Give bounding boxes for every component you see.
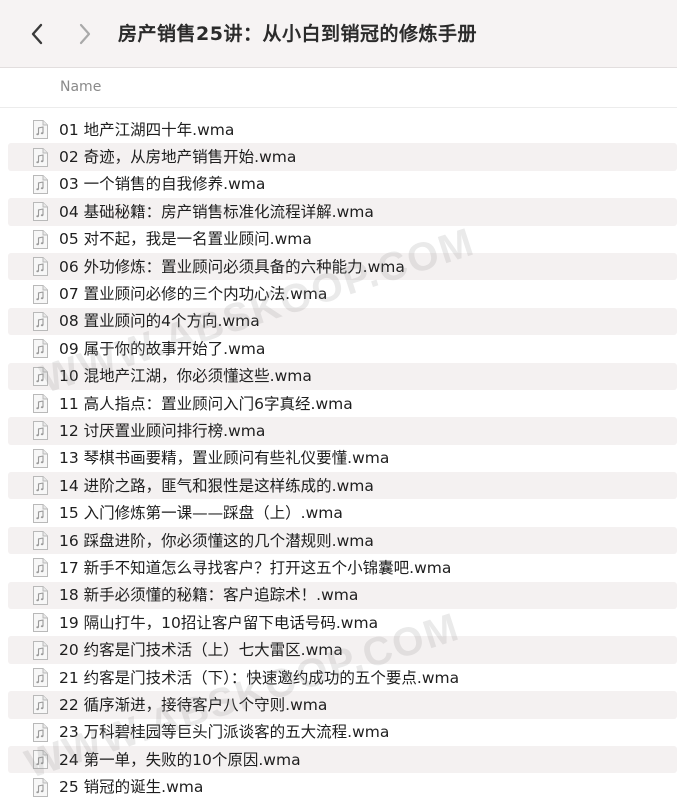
audio-file-icon xyxy=(32,120,49,140)
file-name: 01 地产江湖四十年.wma xyxy=(59,120,235,139)
toolbar: 房产销售25讲：从小白到销冠的修炼手册 xyxy=(0,0,677,68)
window-title: 房产销售25讲：从小白到销冠的修炼手册 xyxy=(118,23,477,45)
audio-file-icon xyxy=(32,613,49,633)
file-row[interactable]: 20 约客是门技术活（上）七大雷区.wma xyxy=(8,636,677,664)
file-row[interactable]: 07 置业顾问必修的三个内功心法.wma xyxy=(8,280,677,307)
file-name: 14 进阶之路，匪气和狠性是这样练成的.wma xyxy=(59,476,374,495)
file-row[interactable]: 19 隔山打牛，10招让客户留下电话号码.wma xyxy=(8,609,677,636)
file-row[interactable]: 22 循序渐进，接待客户八个守则.wma xyxy=(8,691,677,719)
audio-file-icon xyxy=(32,585,49,605)
audio-file-icon xyxy=(32,668,49,687)
file-name: 10 混地产江湖，你必须懂这些.wma xyxy=(59,367,312,386)
file-name: 15 入门修炼第一课——踩盘（上）.wma xyxy=(59,504,343,523)
file-name: 02 奇迹，从房地产销售开始.wma xyxy=(59,148,297,167)
file-name: 09 属于你的故事开始了.wma xyxy=(59,339,266,358)
file-row[interactable]: 12 讨厌置业顾问排行榜.wma xyxy=(8,417,677,445)
file-name: 24 第一单，失败的10个原因.wma xyxy=(59,750,301,769)
file-name: 12 讨厌置业顾问排行榜.wma xyxy=(59,421,266,440)
file-row[interactable]: 14 进阶之路，匪气和狠性是这样练成的.wma xyxy=(8,472,677,500)
audio-file-icon xyxy=(32,366,49,386)
file-name: 13 琴棋书画要精，置业顾问有些礼仪要懂.wma xyxy=(59,449,390,468)
file-row[interactable]: 09 属于你的故事开始了.wma xyxy=(8,335,677,362)
file-name: 20 约客是门技术活（上）七大雷区.wma xyxy=(59,641,343,660)
file-row[interactable]: 03 一个销售的自我修养.wma xyxy=(8,171,677,198)
back-button[interactable] xyxy=(22,20,52,48)
file-row[interactable]: 05 对不起，我是一名置业顾问.wma xyxy=(8,226,677,253)
file-name: 16 踩盘进阶，你必须懂这的几个潜规则.wma xyxy=(59,531,374,550)
file-row[interactable]: 11 高人指点：置业顾问入门6字真经.wma xyxy=(8,390,677,417)
file-name: 05 对不起，我是一名置业顾问.wma xyxy=(59,230,312,249)
file-name: 04 基础秘籍：房产销售标准化流程详解.wma xyxy=(59,202,374,221)
audio-file-icon xyxy=(32,777,49,797)
audio-file-icon xyxy=(32,394,49,414)
audio-file-icon xyxy=(32,476,49,496)
file-name: 18 新手必须懂的秘籍：客户追踪术！.wma xyxy=(59,586,359,605)
file-name: 11 高人指点：置业顾问入门6字真经.wma xyxy=(59,394,353,413)
file-row[interactable]: 17 新手不知道怎么寻找客户？打开这五个小锦囊吧.wma xyxy=(8,554,677,581)
file-row[interactable]: 06 外功修炼：置业顾问必须具备的六种能力.wma xyxy=(8,252,677,281)
audio-file-icon xyxy=(32,257,49,277)
file-row[interactable]: 01 地产江湖四十年.wma xyxy=(8,116,677,143)
audio-file-icon xyxy=(32,448,49,468)
file-list: 01 地产江湖四十年.wma 02 奇迹，从房地产销售开始.wma 03 一个销售的… xyxy=(0,116,677,801)
audio-file-icon xyxy=(32,147,49,167)
file-row[interactable]: 08 置业顾问的4个方向.wma xyxy=(8,307,677,336)
file-name: 06 外功修炼：置业顾问必须具备的六种能力.wma xyxy=(59,257,405,276)
file-name: 07 置业顾问必修的三个内功心法.wma xyxy=(59,285,328,304)
audio-file-icon xyxy=(32,229,49,249)
audio-file-icon xyxy=(32,174,49,194)
audio-file-icon xyxy=(32,421,49,441)
audio-file-icon xyxy=(32,339,49,359)
audio-file-icon xyxy=(32,503,49,523)
audio-file-icon xyxy=(32,202,49,222)
audio-file-icon xyxy=(32,750,49,770)
file-name: 21 约客是门技术活（下）：快速邀约成功的五个要点.wma xyxy=(59,668,460,687)
file-row[interactable]: 10 混地产江湖，你必须懂这些.wma xyxy=(8,362,677,390)
chevron-left-icon xyxy=(31,23,43,45)
file-row[interactable]: 18 新手必须懂的秘籍：客户追踪术！.wma xyxy=(8,581,677,610)
file-row[interactable]: 13 琴棋书画要精，置业顾问有些礼仪要懂.wma xyxy=(8,445,677,472)
file-row[interactable]: 02 奇迹，从房地产销售开始.wma xyxy=(8,143,677,171)
audio-file-icon xyxy=(32,640,49,660)
file-name: 22 循序渐进，接待客户八个守则.wma xyxy=(59,695,328,714)
chevron-right-icon xyxy=(79,23,91,45)
file-row[interactable]: 16 踩盘进阶，你必须懂这的几个潜规则.wma xyxy=(8,526,677,555)
file-row[interactable]: 25 销冠的诞生.wma xyxy=(8,773,677,800)
column-name-label[interactable]: Name xyxy=(60,79,101,95)
audio-file-icon xyxy=(32,722,49,742)
file-row[interactable]: 15 入门修炼第一课——踩盘（上）.wma xyxy=(8,499,677,526)
file-row[interactable]: 21 约客是门技术活（下）：快速邀约成功的五个要点.wma xyxy=(8,664,677,691)
file-name: 19 隔山打牛，10招让客户留下电话号码.wma xyxy=(59,613,379,632)
audio-file-icon xyxy=(32,311,49,331)
file-name: 25 销冠的诞生.wma xyxy=(59,778,204,797)
file-name: 17 新手不知道怎么寻找客户？打开这五个小锦囊吧.wma xyxy=(59,558,452,577)
file-row[interactable]: 04 基础秘籍：房产销售标准化流程详解.wma xyxy=(8,198,677,226)
audio-file-icon xyxy=(32,284,49,304)
file-row[interactable]: 24 第一单，失败的10个原因.wma xyxy=(8,745,677,774)
forward-button[interactable] xyxy=(70,20,100,48)
file-name: 03 一个销售的自我修养.wma xyxy=(59,175,266,194)
audio-file-icon xyxy=(32,531,49,551)
audio-file-icon xyxy=(32,695,49,715)
column-header[interactable]: Name xyxy=(0,68,677,108)
audio-file-icon xyxy=(32,558,49,578)
file-name: 08 置业顾问的4个方向.wma xyxy=(59,312,260,331)
file-name: 23 万科碧桂园等巨头门派谈客的五大流程.wma xyxy=(59,723,390,742)
file-row[interactable]: 23 万科碧桂园等巨头门派谈客的五大流程.wma xyxy=(8,719,677,746)
